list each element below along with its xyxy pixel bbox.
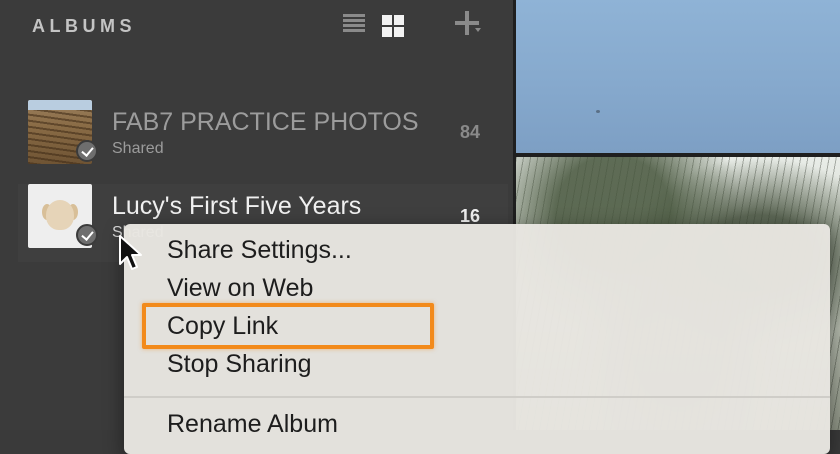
caret-down-icon (475, 28, 481, 32)
menu-item-view-on-web[interactable]: View on Web (167, 274, 313, 303)
grid-view-icon[interactable] (382, 15, 404, 37)
menu-separator (124, 396, 830, 398)
album-name: Lucy's First Five Years (112, 192, 362, 220)
menu-item-rename-album[interactable]: Rename Album (167, 410, 338, 439)
copy-link-highlight (142, 303, 434, 349)
album-photo-count: 84 (459, 122, 480, 142)
shared-check-icon (76, 224, 98, 246)
list-view-icon[interactable] (343, 14, 365, 36)
add-album-button[interactable] (455, 10, 481, 36)
albums-heading: ALBUMS (32, 16, 136, 36)
album-status: Shared (112, 140, 164, 157)
photo-thumbnail-sky[interactable] (516, 0, 840, 153)
mouse-cursor-icon (119, 235, 142, 270)
menu-item-share-settings[interactable]: Share Settings... (167, 236, 352, 265)
shared-check-icon (76, 140, 98, 162)
album-item-fab7[interactable]: FAB7 PRACTICE PHOTOS Shared 84 (18, 100, 508, 178)
album-name: FAB7 PRACTICE PHOTOS (112, 108, 419, 136)
menu-item-stop-sharing[interactable]: Stop Sharing (167, 350, 312, 379)
